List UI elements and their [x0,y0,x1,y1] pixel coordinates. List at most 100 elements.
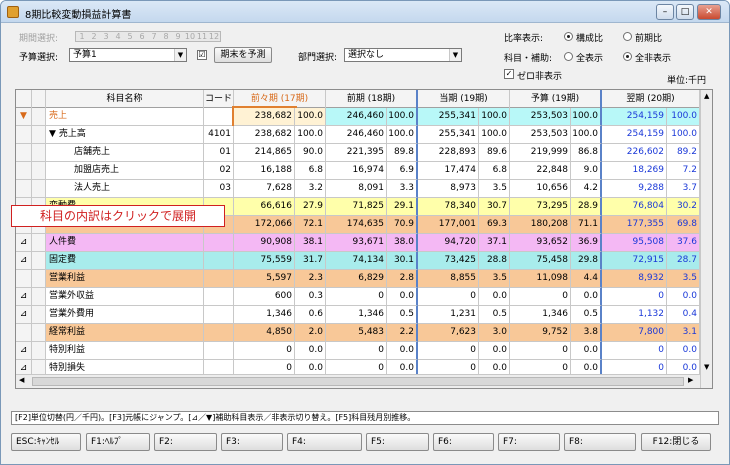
amount-cell[interactable]: 228,893 [418,144,479,162]
row-mark[interactable] [16,126,32,144]
budget-checkbox[interactable]: ☑ [197,50,207,60]
account-name-cell[interactable]: ▼ 売上高 [46,126,204,144]
amount-cell[interactable]: 8,855 [418,270,479,288]
amount-cell[interactable]: 16,974 [326,162,387,180]
amount-cell[interactable]: 221,395 [326,144,387,162]
f5-button[interactable]: F5: [366,433,429,451]
amount-cell[interactable]: 180,208 [510,216,571,234]
amount-cell[interactable]: 93,671 [326,234,387,252]
account-name-cell[interactable]: 固定費 [46,252,204,270]
period-cell-11[interactable]: 11 [196,32,208,41]
account-name-cell[interactable]: 経常利益 [46,324,204,342]
period-cell-12[interactable]: 12 [208,32,220,41]
expand-toggle-icon[interactable]: ⊿ [16,342,32,360]
amount-cell[interactable]: 238,682 [232,106,297,128]
table-row[interactable]: ⊿ 営業外収益 600 0.3 0 0.0 0 0.0 0 0.0 0 0.0 [16,288,700,306]
maximize-button[interactable]: □ [676,4,694,20]
amount-cell[interactable]: 246,460 [326,108,387,126]
period-cell-2[interactable]: 2 [88,32,100,41]
amount-cell[interactable]: 177,355 [602,216,667,234]
amount-cell[interactable]: 9,752 [510,324,571,342]
amount-cell[interactable]: 73,295 [510,198,571,216]
amount-cell[interactable]: 93,652 [510,234,571,252]
vertical-scrollbar[interactable]: ▲ ▼ [700,90,712,388]
amount-cell[interactable]: 75,458 [510,252,571,270]
amount-cell[interactable]: 90,908 [234,234,295,252]
amount-cell[interactable]: 246,460 [326,126,387,144]
minimize-button[interactable]: – [656,4,674,20]
f7-button[interactable]: F7: [498,433,560,451]
amount-cell[interactable]: 8,091 [326,180,387,198]
amount-cell[interactable]: 7,628 [234,180,295,198]
budget-select[interactable]: 予算1 ▼ [69,48,187,62]
account-name-cell[interactable]: 売上 [46,108,204,126]
table-row[interactable]: ⊿ 営業外費用 1,346 0.6 1,346 0.5 1,231 0.5 1,346 0.5 1,… [16,306,700,324]
amount-cell[interactable]: 17,474 [418,162,479,180]
amount-cell[interactable]: 75,559 [234,252,295,270]
amount-cell[interactable]: 0 [326,288,387,306]
close-button[interactable]: ✕ [697,4,721,20]
amount-cell[interactable]: 22,848 [510,162,571,180]
scroll-down-icon[interactable]: ▼ [704,363,709,371]
account-name-cell[interactable]: 営業利益 [46,270,204,288]
amount-cell[interactable]: 0 [602,342,667,360]
ratio-radio-composition[interactable] [564,32,573,41]
amount-cell[interactable]: 95,508 [602,234,667,252]
amount-cell[interactable]: 10,656 [510,180,571,198]
ratio-radio-prev[interactable] [623,32,632,41]
amount-cell[interactable]: 255,341 [418,126,479,144]
amount-cell[interactable]: 71,825 [326,198,387,216]
expand-toggle-icon[interactable]: ⊿ [16,306,32,324]
row-mark[interactable]: ▼ [16,108,32,126]
horizontal-scroll-thumb[interactable] [32,377,684,386]
amount-cell[interactable]: 16,188 [234,162,295,180]
period-cell-6[interactable]: 6 [136,32,148,41]
table-row[interactable]: 経常利益 4,850 2.0 5,483 2.2 7,623 3.0 9,752 3.8 7,80… [16,324,700,342]
amount-cell[interactable]: 0 [418,288,479,306]
f12-close-button[interactable]: F12:閉じる [641,433,711,451]
amount-cell[interactable]: 238,682 [234,126,295,144]
f4-button[interactable]: F4: [287,433,362,451]
amount-cell[interactable]: 600 [234,288,295,306]
amount-cell[interactable]: 66,616 [234,198,295,216]
amount-cell[interactable]: 0 [510,288,571,306]
amount-cell[interactable]: 0 [510,342,571,360]
amount-cell[interactable]: 172,066 [234,216,295,234]
amount-cell[interactable]: 1,346 [510,306,571,324]
amount-cell[interactable]: 1,346 [326,306,387,324]
table-row[interactable]: 営業利益 5,597 2.3 6,829 2.8 8,855 3.5 11,098 4.4 8,9… [16,270,700,288]
amount-cell[interactable]: 4,850 [234,324,295,342]
amount-cell[interactable]: 7,623 [418,324,479,342]
scroll-up-icon[interactable]: ▲ [704,92,709,100]
amount-cell[interactable]: 8,973 [418,180,479,198]
amount-cell[interactable]: 0 [602,288,667,306]
account-option-none[interactable]: 全非表示 [635,51,671,64]
amount-cell[interactable]: 7,800 [602,324,667,342]
expand-toggle-icon[interactable]: ⊿ [16,234,32,252]
amount-cell[interactable]: 214,865 [234,144,295,162]
amount-cell[interactable]: 9,288 [602,180,667,198]
ratio-option-composition[interactable]: 構成比 [576,31,603,44]
amount-cell[interactable]: 73,425 [418,252,479,270]
period-cell-5[interactable]: 5 [124,32,136,41]
table-row[interactable]: 加盟店売上 02 16,188 6.8 16,974 6.9 17,474 6.8 22,848… [16,162,700,180]
amount-cell[interactable]: 18,269 [602,162,667,180]
period-cell-4[interactable]: 4 [112,32,124,41]
dept-select[interactable]: 選択なし ▼ [344,48,462,62]
account-radio-none[interactable] [623,52,632,61]
period-cell-8[interactable]: 8 [160,32,172,41]
amount-cell[interactable]: 219,999 [510,144,571,162]
amount-cell[interactable]: 174,635 [326,216,387,234]
forecast-button[interactable]: 期末を予測 [214,47,272,63]
expand-toggle-icon[interactable]: ⊿ [16,252,32,270]
period-cell-7[interactable]: 7 [148,32,160,41]
table-row[interactable]: 店舗売上 01 214,865 90.0 221,395 89.8 228,893 89.6 2… [16,144,700,162]
f2-button[interactable]: F2: [154,433,217,451]
amount-cell[interactable]: 74,134 [326,252,387,270]
amount-cell[interactable]: 0 [234,342,295,360]
f3-button[interactable]: F3: [221,433,283,451]
table-row[interactable]: 法人売上 03 7,628 3.2 8,091 3.3 8,973 3.5 10,656 4.2 9… [16,180,700,198]
account-option-all[interactable]: 全表示 [576,51,603,64]
zero-hide-checkbox[interactable]: ✓ [504,69,514,79]
title-bar[interactable]: 8期比較変動損益計算書 – □ ✕ [1,1,729,23]
